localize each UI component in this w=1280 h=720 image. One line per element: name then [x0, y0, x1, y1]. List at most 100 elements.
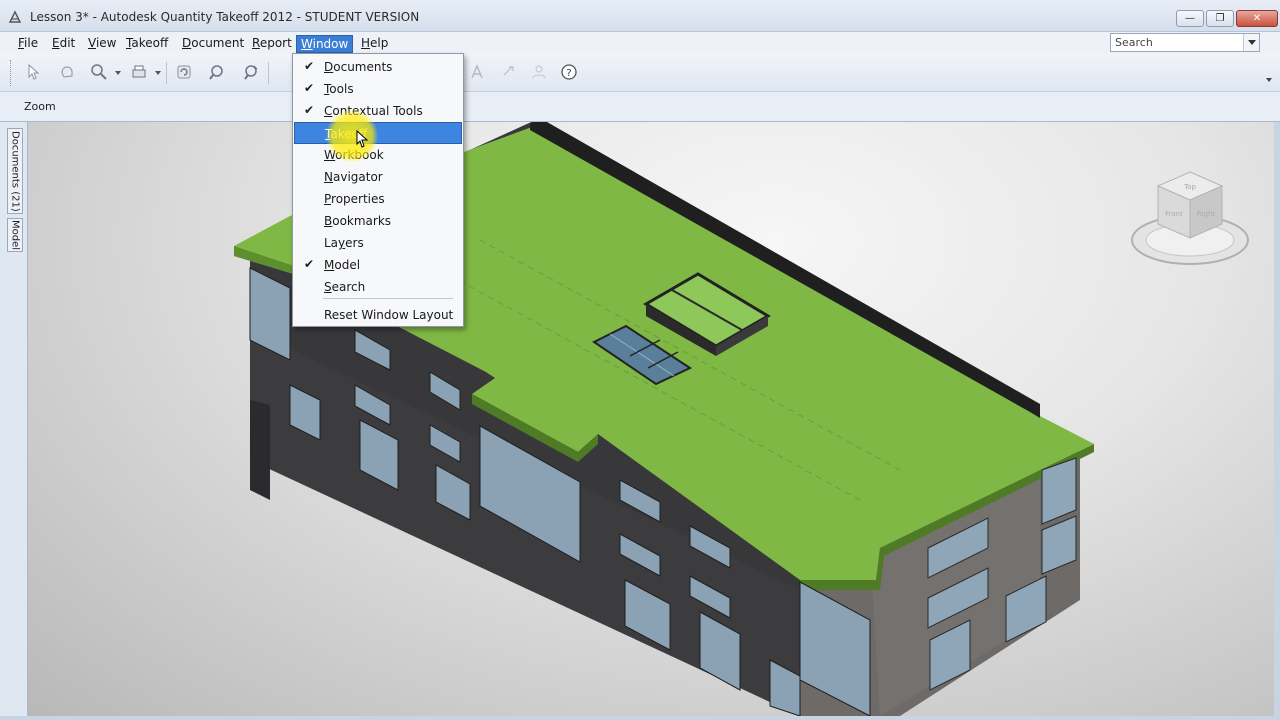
text-icon [471, 64, 483, 79]
window-menu-item-label: Reset Window Layout [324, 308, 454, 322]
mouse-pointer-icon [356, 130, 369, 148]
refresh-button[interactable] [173, 62, 195, 82]
menu-mnemonic: H [361, 36, 371, 50]
window-menu-dropdown: ✔ Documents ✔ Tools ✔Contextual ToolsTakeoff… [292, 53, 464, 327]
window-menu-item-label: Model [324, 258, 361, 272]
toolbar-overflow-icon[interactable] [1266, 78, 1272, 82]
tab-model[interactable]: Model [7, 218, 23, 252]
find-button[interactable] [206, 62, 228, 82]
window-menu-item-workbook[interactable]: Workbook [294, 144, 462, 166]
tab-documents-label: Documents (21) [9, 130, 21, 212]
checkmark-icon: ✔ [304, 103, 315, 117]
print-icon [132, 65, 146, 78]
menu-label-rest: indow [312, 37, 349, 51]
menu-window[interactable]: Window [296, 35, 354, 53]
chevron-down-icon [1247, 40, 1256, 45]
select-button[interactable] [22, 62, 44, 82]
toolbar-grip[interactable] [10, 60, 13, 86]
window-menu-item-label: Search [324, 280, 366, 294]
zoom-icon [91, 64, 107, 80]
window-menu-item-layers[interactable]: Layers [294, 232, 462, 254]
menu-separator [323, 298, 453, 299]
window-border-bottom [0, 716, 1280, 720]
menu-mnemonic: E [52, 36, 60, 50]
menu-edit[interactable]: Edit [48, 35, 79, 53]
window-menu-item-contextual-tools[interactable]: ✔ Contextual Tools [294, 100, 462, 122]
menu-takeoff[interactable]: Takeoff [122, 35, 172, 53]
window-menu-item-documents[interactable]: ✔ Documents [294, 56, 462, 78]
zoom-strip: Zoom [0, 92, 1280, 122]
help-icon: ? [561, 64, 577, 80]
tab-model-label: Model [9, 219, 21, 251]
search-input[interactable]: Search [1110, 33, 1260, 52]
checkmark-icon: ✔ [304, 257, 315, 271]
window-menu-item-bookmarks[interactable]: Bookmarks [294, 210, 462, 232]
user-button[interactable] [528, 62, 550, 82]
link-button[interactable] [498, 62, 520, 82]
menu-help[interactable]: Help [357, 35, 392, 53]
window-menu-item-label: Bookmarks [324, 214, 392, 228]
zoom-button[interactable] [88, 62, 110, 82]
find-next-button[interactable] [240, 62, 262, 82]
viewcube-navigator[interactable]: Top Front Right [1128, 166, 1252, 270]
find-icon [209, 65, 223, 80]
find-next-icon [244, 65, 258, 80]
viewcube-top-label: Top [1183, 183, 1196, 191]
close-button[interactable]: ✕ [1236, 10, 1278, 27]
viewcube-front-label: Front [1165, 210, 1183, 218]
window-menu-item-search[interactable]: Search [294, 276, 462, 298]
app-icon[interactable] [8, 10, 22, 24]
minimize-button[interactable]: — [1176, 10, 1204, 27]
window-menu-item-label: Properties [324, 192, 385, 206]
menu-file[interactable]: File [14, 35, 42, 53]
window-menu-item-properties[interactable]: Properties [294, 188, 462, 210]
pan-button[interactable] [56, 62, 78, 82]
side-panel-tabs: Documents (21) Model [0, 122, 28, 720]
menu-label-rest: eport [259, 36, 292, 50]
menu-mnemonic: W [301, 37, 313, 51]
building-model[interactable] [28, 122, 1274, 716]
checkmark-icon: ✔ [304, 81, 315, 95]
window-menu-item-tools[interactable]: ✔ Tools [294, 78, 462, 100]
model-viewport[interactable]: Top Front Right [28, 122, 1274, 716]
refresh-icon [177, 65, 191, 79]
window-menu-item-takeoff[interactable]: Takeoff [294, 122, 462, 144]
select-icon [28, 63, 40, 80]
window-menu-item-model[interactable]: ✔ Model [294, 254, 462, 276]
menu-label-rest: dit [59, 36, 76, 50]
svg-text:?: ? [566, 68, 571, 79]
link-icon [503, 66, 514, 76]
print-menu-caret[interactable] [155, 71, 161, 75]
menu-view[interactable]: View [84, 35, 120, 53]
cursor-highlight [326, 110, 378, 162]
tab-documents[interactable]: Documents (21) [7, 128, 23, 214]
close-icon: ✕ [1252, 12, 1262, 24]
zoom-label: Zoom [24, 100, 56, 113]
window-border-right [1274, 122, 1280, 720]
window-menu-item-reset-window-layout[interactable]: Reset Window Layout [294, 304, 462, 326]
window-menu-item-navigator[interactable]: Navigator [294, 166, 462, 188]
search-value: Search [1115, 36, 1153, 49]
zoom-menu-caret[interactable] [115, 71, 121, 75]
menu-mnemonic: R [252, 36, 260, 50]
user-icon [532, 65, 546, 79]
menu-report[interactable]: Report [248, 35, 296, 53]
viewcube-right-label: Right [1197, 210, 1216, 218]
menu-mnemonic: D [182, 36, 192, 50]
help-button[interactable]: ? [558, 62, 580, 82]
print-button[interactable] [128, 62, 150, 82]
text-button[interactable] [466, 62, 488, 82]
minimize-icon: — [1185, 12, 1195, 24]
search-dropdown-button[interactable] [1243, 34, 1259, 51]
window-menu-item-label: Documents [324, 60, 393, 74]
menu-document[interactable]: Document [178, 35, 248, 53]
toolbar-separator [268, 62, 269, 84]
title-bar: Lesson 3* - Autodesk Quantity Takeoff 20… [0, 0, 1280, 32]
maximize-button[interactable]: ❐ [1206, 10, 1234, 27]
restore-icon: ❐ [1215, 12, 1225, 24]
menu-label-rest: ocument [191, 36, 245, 50]
toolbar-separator [166, 62, 167, 84]
menu-label-rest: ile [24, 36, 39, 50]
menu-label-rest: iew [95, 36, 117, 50]
window-menu-item-label: Tools [324, 82, 354, 96]
